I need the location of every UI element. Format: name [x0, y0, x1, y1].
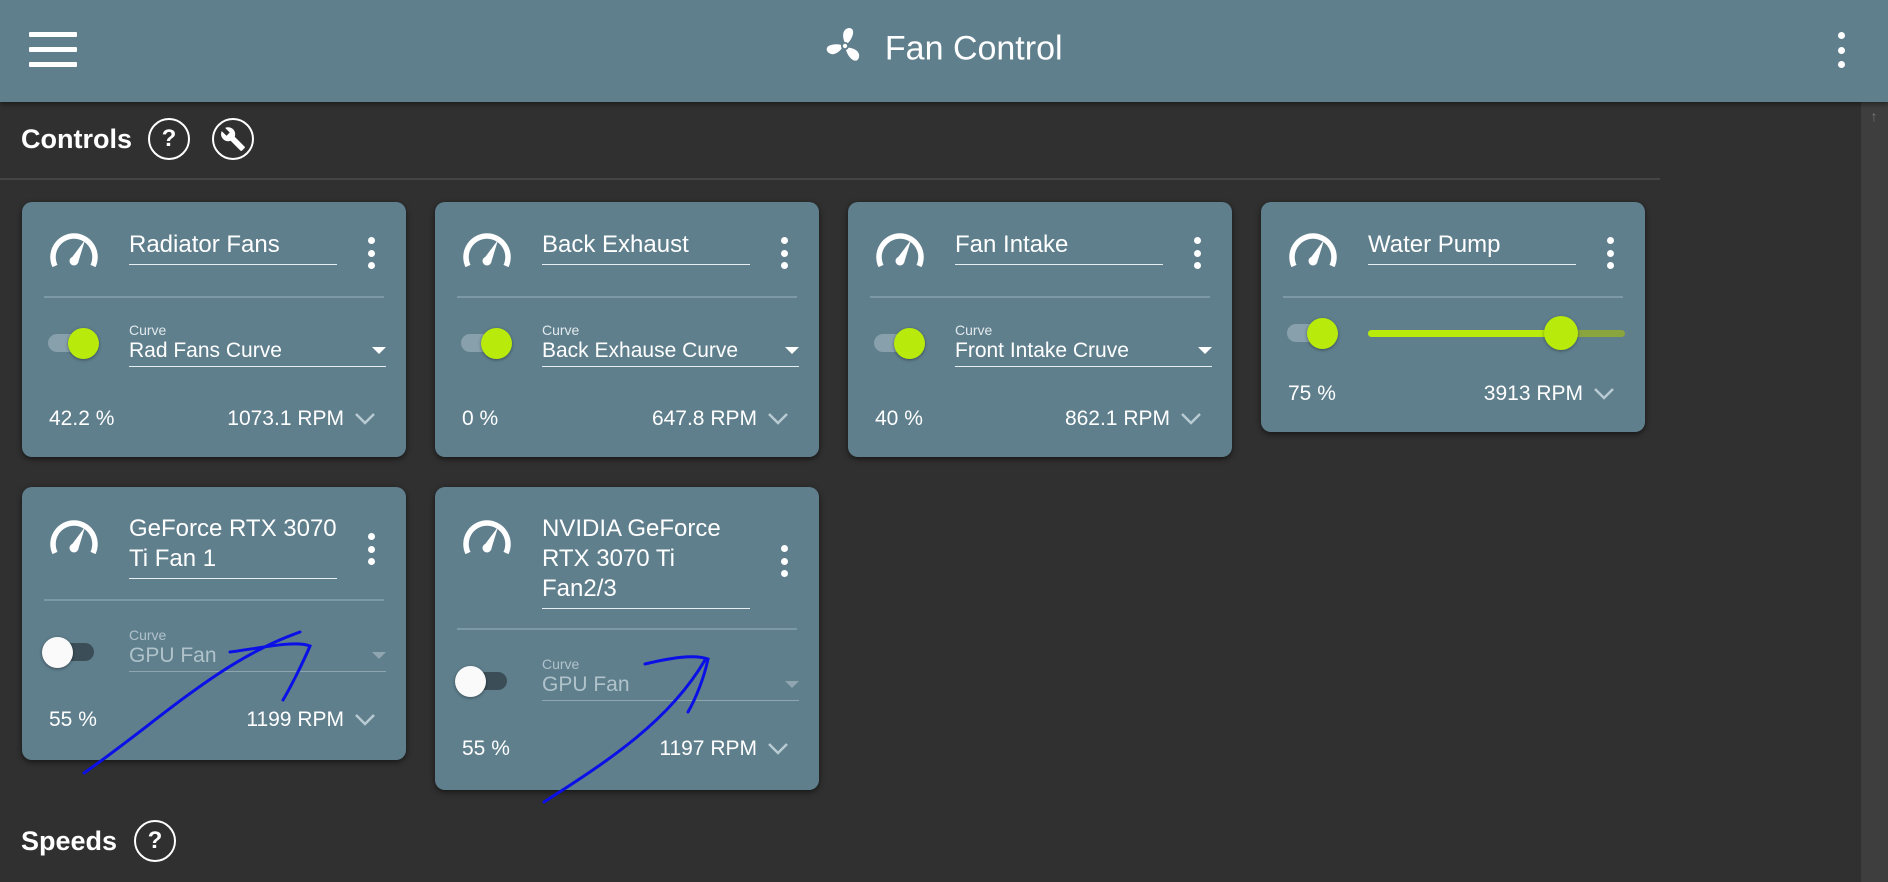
speeds-help-button[interactable]: ? — [134, 820, 176, 862]
annotation-arrow — [82, 630, 312, 775]
app-bar: Fan Control — [0, 0, 1888, 102]
speeds-heading: Speeds — [21, 826, 118, 856]
annotation-overlay — [82, 630, 710, 804]
help-icon: ? — [147, 827, 163, 854]
annotation-arrow — [542, 655, 710, 804]
more-options-icon[interactable] — [1834, 32, 1848, 68]
fan-logo-icon — [827, 28, 860, 61]
app-title: Fan Control — [0, 28, 1888, 69]
